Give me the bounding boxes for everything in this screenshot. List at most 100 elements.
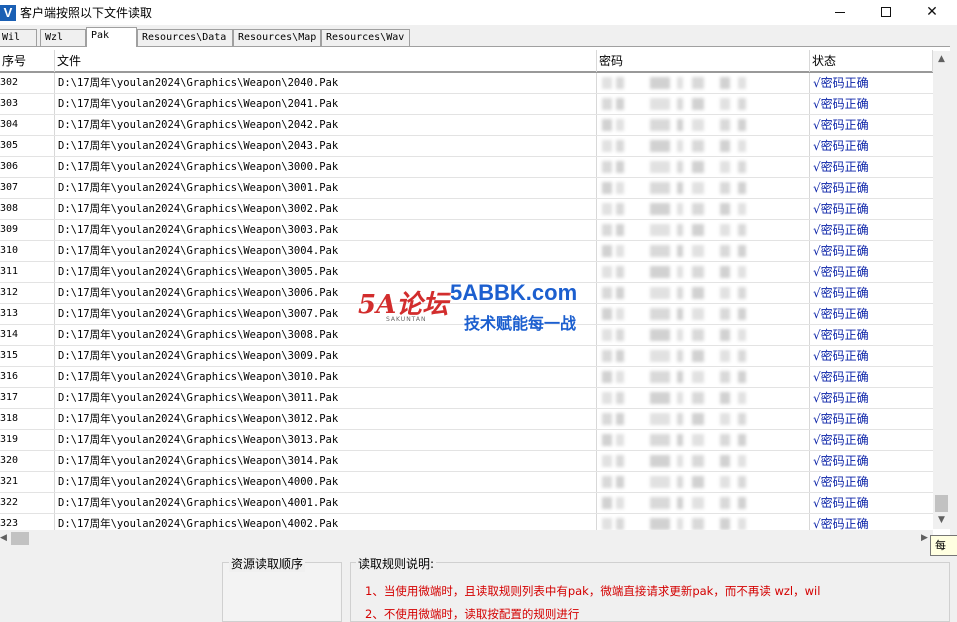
- table-row[interactable]: 303 D:\17周年\youlan2024\Graphics\Weapon\20…: [0, 94, 933, 115]
- row-file-path: D:\17周年\youlan2024\Graphics\Weapon\3009.…: [55, 346, 597, 366]
- table-row[interactable]: 312 D:\17周年\youlan2024\Graphics\Weapon\30…: [0, 283, 933, 304]
- table-row[interactable]: 310 D:\17周年\youlan2024\Graphics\Weapon\30…: [0, 241, 933, 262]
- redaction-blur: [602, 371, 752, 383]
- tooltip: 每: [930, 535, 957, 556]
- horizontal-scrollbar[interactable]: ◀ ▶: [0, 530, 933, 547]
- table-row[interactable]: 305 D:\17周年\youlan2024\Graphics\Weapon\20…: [0, 136, 933, 157]
- table-row[interactable]: 308 D:\17周年\youlan2024\Graphics\Weapon\30…: [0, 199, 933, 220]
- tab-bar: Wil Wzl Pak Resources\Data Resources\Map…: [0, 27, 957, 47]
- minimize-button[interactable]: [817, 0, 863, 24]
- row-file-path: D:\17周年\youlan2024\Graphics\Weapon\3004.…: [55, 241, 597, 261]
- column-header-password[interactable]: 密码: [597, 50, 810, 72]
- tab-resources-data[interactable]: Resources\Data: [137, 29, 233, 46]
- row-status: √密码正确: [813, 433, 869, 447]
- row-status: √密码正确: [813, 412, 869, 426]
- table-row[interactable]: 304 D:\17周年\youlan2024\Graphics\Weapon\20…: [0, 115, 933, 136]
- close-button[interactable]: ✕: [909, 0, 955, 24]
- row-status: √密码正确: [813, 496, 869, 510]
- redaction-blur: [602, 518, 752, 530]
- close-icon: ✕: [926, 4, 938, 20]
- tab-wil[interactable]: Wil: [0, 29, 37, 46]
- row-number: 302: [0, 73, 55, 93]
- row-file-path: D:\17周年\youlan2024\Graphics\Weapon\3001.…: [55, 178, 597, 198]
- scroll-up-icon[interactable]: ▲: [933, 51, 950, 68]
- row-file-path: D:\17周年\youlan2024\Graphics\Weapon\3011.…: [55, 388, 597, 408]
- redaction-blur: [602, 434, 752, 446]
- redaction-blur: [602, 497, 752, 509]
- rule-text-1: 1、当使用微端时，且读取规则列表中有pak，微端直接请求更新pak，而不再读 w…: [365, 584, 821, 598]
- row-number: 316: [0, 367, 55, 387]
- row-status: √密码正确: [813, 265, 869, 279]
- hscroll-thumb[interactable]: [11, 532, 29, 545]
- row-password-redacted: [597, 493, 810, 513]
- row-status: √密码正确: [813, 391, 869, 405]
- row-password-redacted: [597, 136, 810, 156]
- row-file-path: D:\17周年\youlan2024\Graphics\Weapon\3002.…: [55, 199, 597, 219]
- column-header-no[interactable]: 序号: [0, 50, 55, 72]
- row-status: √密码正确: [813, 244, 869, 258]
- column-header-file[interactable]: 文件: [55, 50, 597, 72]
- window-title: 客户端按照以下文件读取: [20, 6, 153, 20]
- scroll-down-icon[interactable]: ▼: [933, 512, 950, 529]
- row-file-path: D:\17周年\youlan2024\Graphics\Weapon\3008.…: [55, 325, 597, 345]
- table-row[interactable]: 313 D:\17周年\youlan2024\Graphics\Weapon\30…: [0, 304, 933, 325]
- vertical-scrollbar[interactable]: ▲ ▼: [933, 51, 950, 529]
- row-status: √密码正确: [813, 76, 869, 90]
- tab-pak[interactable]: Pak: [86, 27, 137, 47]
- row-file-path: D:\17周年\youlan2024\Graphics\Weapon\2043.…: [55, 136, 597, 156]
- row-number: 312: [0, 283, 55, 303]
- row-file-path: D:\17周年\youlan2024\Graphics\Weapon\3007.…: [55, 304, 597, 324]
- tab-wzl[interactable]: Wzl: [40, 29, 86, 46]
- row-password-redacted: [597, 346, 810, 366]
- table-row[interactable]: 321 D:\17周年\youlan2024\Graphics\Weapon\40…: [0, 472, 933, 493]
- row-file-path: D:\17周年\youlan2024\Graphics\Weapon\3005.…: [55, 262, 597, 282]
- tab-resources-wav[interactable]: Resources\Wav: [321, 29, 410, 46]
- row-file-path: D:\17周年\youlan2024\Graphics\Weapon\2041.…: [55, 94, 597, 114]
- redaction-blur: [602, 203, 752, 215]
- row-file-path: D:\17周年\youlan2024\Graphics\Weapon\2040.…: [55, 73, 597, 93]
- row-number: 315: [0, 346, 55, 366]
- table-row[interactable]: 306 D:\17周年\youlan2024\Graphics\Weapon\30…: [0, 157, 933, 178]
- row-status: √密码正确: [813, 97, 869, 111]
- maximize-button[interactable]: [863, 0, 909, 24]
- row-file-path: D:\17周年\youlan2024\Graphics\Weapon\3012.…: [55, 409, 597, 429]
- tab-resources-map[interactable]: Resources\Map: [233, 29, 321, 46]
- row-number: 307: [0, 178, 55, 198]
- minimize-icon: [835, 11, 845, 13]
- row-status: √密码正确: [813, 475, 869, 489]
- row-number: 317: [0, 388, 55, 408]
- table-row[interactable]: 309 D:\17周年\youlan2024\Graphics\Weapon\30…: [0, 220, 933, 241]
- redaction-blur: [602, 161, 752, 173]
- row-password-redacted: [597, 241, 810, 261]
- redaction-blur: [602, 266, 752, 278]
- row-number: 320: [0, 451, 55, 471]
- table-row[interactable]: 316 D:\17周年\youlan2024\Graphics\Weapon\30…: [0, 367, 933, 388]
- scroll-thumb[interactable]: [935, 495, 948, 512]
- row-number: 303: [0, 94, 55, 114]
- table-row[interactable]: 318 D:\17周年\youlan2024\Graphics\Weapon\30…: [0, 409, 933, 430]
- row-password-redacted: [597, 325, 810, 345]
- table-row[interactable]: 311 D:\17周年\youlan2024\Graphics\Weapon\30…: [0, 262, 933, 283]
- rules-label: 读取规则说明:: [356, 555, 437, 572]
- redaction-blur: [602, 308, 752, 320]
- table-row[interactable]: 322 D:\17周年\youlan2024\Graphics\Weapon\40…: [0, 493, 933, 514]
- table-row[interactable]: 307 D:\17周年\youlan2024\Graphics\Weapon\30…: [0, 178, 933, 199]
- row-number: 304: [0, 115, 55, 135]
- row-number: 319: [0, 430, 55, 450]
- row-status: √密码正确: [813, 307, 869, 321]
- row-status: √密码正确: [813, 454, 869, 468]
- file-table[interactable]: 序号 文件 密码 状态 302 D:\17周年\youlan2024\Graphi…: [0, 46, 950, 546]
- table-row[interactable]: 314 D:\17周年\youlan2024\Graphics\Weapon\30…: [0, 325, 933, 346]
- table-row[interactable]: 315 D:\17周年\youlan2024\Graphics\Weapon\30…: [0, 346, 933, 367]
- redaction-blur: [602, 245, 752, 257]
- row-status: √密码正确: [813, 223, 869, 237]
- table-row[interactable]: 302 D:\17周年\youlan2024\Graphics\Weapon\20…: [0, 73, 933, 94]
- table-row[interactable]: 320 D:\17周年\youlan2024\Graphics\Weapon\30…: [0, 451, 933, 472]
- table-row[interactable]: 317 D:\17周年\youlan2024\Graphics\Weapon\30…: [0, 388, 933, 409]
- redaction-blur: [602, 119, 752, 131]
- row-file-path: D:\17周年\youlan2024\Graphics\Weapon\3000.…: [55, 157, 597, 177]
- table-row[interactable]: 319 D:\17周年\youlan2024\Graphics\Weapon\30…: [0, 430, 933, 451]
- redaction-blur: [602, 329, 752, 341]
- redaction-blur: [602, 140, 752, 152]
- column-header-status[interactable]: 状态: [810, 50, 933, 72]
